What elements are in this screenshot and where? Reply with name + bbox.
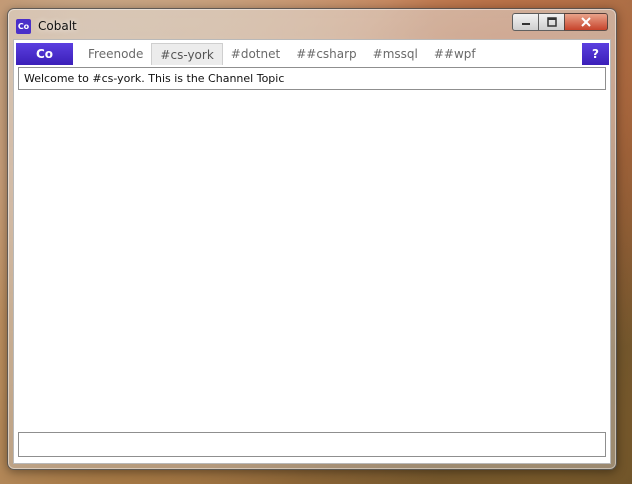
channel-tabs: Freenode #cs-york #dotnet ##csharp #mssq… bbox=[80, 43, 484, 65]
tab-bar: Co Freenode #cs-york #dotnet ##csharp #m… bbox=[14, 43, 610, 67]
app-icon: Co bbox=[16, 19, 31, 34]
tab-mssql[interactable]: #mssql bbox=[365, 43, 426, 65]
maximize-button[interactable] bbox=[538, 13, 564, 31]
tab-freenode[interactable]: Freenode bbox=[80, 43, 151, 65]
close-icon bbox=[581, 17, 591, 27]
co-menu-button[interactable]: Co bbox=[16, 43, 73, 65]
maximize-icon bbox=[546, 17, 557, 27]
app-window: Co Cobalt Co Freenode #cs-york #dotnet #… bbox=[7, 8, 617, 470]
window-title: Cobalt bbox=[38, 19, 77, 33]
minimize-button[interactable] bbox=[512, 13, 538, 31]
tab-csharp[interactable]: ##csharp bbox=[288, 43, 364, 65]
tab-wpf[interactable]: ##wpf bbox=[426, 43, 484, 65]
tab-dotnet[interactable]: #dotnet bbox=[223, 43, 288, 65]
message-area[interactable] bbox=[18, 92, 606, 427]
channel-topic: Welcome to #cs-york. This is the Channel… bbox=[18, 67, 606, 90]
caption-buttons bbox=[512, 13, 608, 31]
tab-cs-york[interactable]: #cs-york bbox=[151, 43, 223, 65]
help-button[interactable]: ? bbox=[582, 43, 609, 65]
message-input[interactable] bbox=[18, 432, 606, 457]
close-button[interactable] bbox=[564, 13, 608, 31]
client-area: Co Freenode #cs-york #dotnet ##csharp #m… bbox=[13, 39, 611, 464]
minimize-icon bbox=[521, 23, 530, 25]
